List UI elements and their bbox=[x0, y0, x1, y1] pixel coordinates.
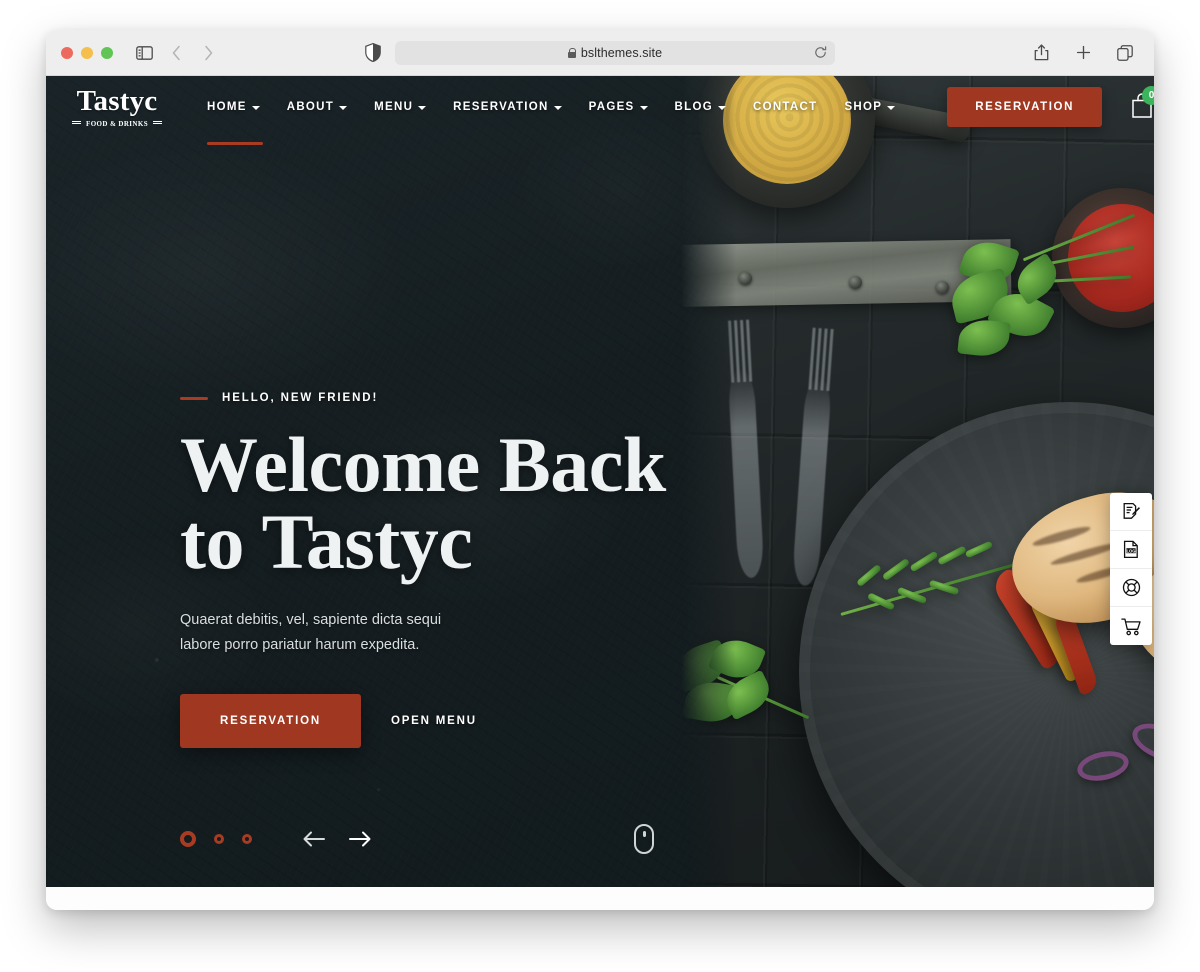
nav-item-shop[interactable]: SHOP bbox=[844, 95, 896, 119]
hero-carousel-controls bbox=[180, 829, 372, 849]
window-traffic-lights bbox=[61, 46, 113, 59]
hero-eyebrow: HELLO, NEW FRIEND! bbox=[180, 392, 666, 404]
hero-actions: RESERVATION OPEN MENU bbox=[180, 694, 666, 749]
carousel-prev-icon[interactable] bbox=[302, 829, 326, 849]
nav-item-contact[interactable]: CONTACT bbox=[753, 95, 817, 119]
back-icon[interactable] bbox=[161, 38, 191, 68]
scroll-wheel bbox=[642, 831, 646, 837]
chevron-down-icon bbox=[553, 106, 562, 110]
navbar-reservation-button[interactable]: RESERVATION bbox=[947, 87, 1102, 127]
browser-window: bslthemes.site Tastyc FOOD & DRINKS HOME… bbox=[46, 30, 1154, 910]
page-viewport: Tastyc FOOD & DRINKS HOME ABOUT MENU RES… bbox=[46, 76, 1154, 910]
main-menu: HOME ABOUT MENU RESERVATION PAGES BLOG C… bbox=[207, 95, 896, 145]
chevron-down-icon bbox=[717, 106, 726, 110]
logo-tagline-row: FOOD & DRINKS bbox=[72, 119, 163, 128]
cart-button[interactable]: 0 bbox=[1130, 86, 1154, 121]
nav-label: PAGES bbox=[588, 101, 635, 113]
logo-rule-left bbox=[72, 121, 82, 126]
new-tab-icon[interactable] bbox=[1068, 38, 1098, 68]
eyebrow-dash bbox=[180, 396, 208, 400]
carousel-dot-2[interactable] bbox=[214, 834, 224, 844]
hero-subtitle: Quaerat debitis, vel, sapiente dicta seq… bbox=[180, 612, 442, 654]
nav-label: HOME bbox=[207, 101, 247, 113]
site-navbar: Tastyc FOOD & DRINKS HOME ABOUT MENU RES… bbox=[46, 76, 1154, 145]
svg-text:LOG: LOG bbox=[1126, 548, 1135, 553]
page-below-fold bbox=[46, 887, 1154, 910]
nav-label: ABOUT bbox=[286, 101, 335, 113]
document-edit-icon bbox=[1123, 502, 1140, 519]
toolbar-left-group bbox=[129, 38, 223, 68]
cart-count-badge: 0 bbox=[1142, 86, 1154, 105]
lock-icon bbox=[567, 47, 577, 58]
minimize-window-button[interactable] bbox=[81, 46, 93, 59]
logo-rule-right bbox=[153, 121, 163, 126]
site-logo[interactable]: Tastyc FOOD & DRINKS bbox=[72, 84, 163, 128]
carousel-dot-1[interactable] bbox=[180, 831, 196, 847]
url-field[interactable]: bslthemes.site bbox=[395, 40, 835, 65]
url-text: bslthemes.site bbox=[580, 45, 663, 60]
chevron-down-icon bbox=[418, 106, 427, 110]
log-file-icon: LOG bbox=[1123, 540, 1138, 559]
toolbar-right-group bbox=[1026, 38, 1140, 68]
tab-overview-icon[interactable] bbox=[1110, 38, 1140, 68]
nav-item-pages[interactable]: PAGES bbox=[589, 95, 648, 119]
screw-icon bbox=[936, 281, 949, 294]
nav-item-menu[interactable]: MENU bbox=[374, 95, 427, 119]
url-content: bslthemes.site bbox=[567, 45, 663, 60]
hero-open-menu-button[interactable]: OPEN MENU bbox=[391, 715, 477, 727]
logo-tagline: FOOD & DRINKS bbox=[86, 119, 148, 128]
dock-item-changelog[interactable]: LOG bbox=[1110, 531, 1152, 569]
hero-section: Tastyc FOOD & DRINKS HOME ABOUT MENU RES… bbox=[46, 76, 1154, 887]
carousel-dots bbox=[180, 831, 252, 847]
parsley-herb bbox=[681, 632, 819, 766]
eyebrow-text: HELLO, NEW FRIEND! bbox=[222, 392, 379, 404]
nav-item-home[interactable]: HOME bbox=[207, 95, 263, 145]
nav-item-about[interactable]: ABOUT bbox=[286, 95, 348, 119]
nav-label: CONTACT bbox=[752, 101, 818, 113]
hero-title: Welcome Back to Tastyc bbox=[180, 426, 666, 581]
screw-icon bbox=[849, 276, 862, 289]
nav-item-reservation[interactable]: RESERVATION bbox=[453, 95, 562, 119]
hero-title-line-2: to Tastyc bbox=[180, 498, 473, 586]
nav-label: MENU bbox=[374, 101, 414, 113]
hero-title-line-1: Welcome Back bbox=[180, 421, 666, 508]
chevron-down-icon bbox=[887, 106, 896, 110]
browser-toolbar: bslthemes.site bbox=[46, 30, 1154, 76]
hero-food-photo bbox=[681, 76, 1154, 887]
floating-tool-dock: LOG bbox=[1110, 493, 1152, 645]
hero-content: HELLO, NEW FRIEND! Welcome Back to Tasty… bbox=[180, 392, 666, 749]
reload-icon[interactable] bbox=[814, 46, 827, 59]
screw-icon bbox=[739, 272, 752, 285]
close-window-button[interactable] bbox=[61, 46, 73, 59]
carousel-next-icon[interactable] bbox=[348, 829, 372, 849]
nav-label: RESERVATION bbox=[453, 101, 549, 113]
dock-item-cart[interactable] bbox=[1110, 607, 1152, 645]
dock-item-notes[interactable] bbox=[1110, 493, 1152, 531]
zoom-window-button[interactable] bbox=[101, 46, 113, 59]
lifebuoy-support-icon bbox=[1122, 578, 1140, 597]
shopping-cart-icon bbox=[1120, 617, 1141, 635]
sidebar-icon[interactable] bbox=[129, 38, 159, 68]
chevron-down-icon bbox=[639, 106, 648, 110]
chevron-down-icon bbox=[339, 106, 348, 110]
parsley-herb bbox=[946, 213, 1139, 376]
forward-icon[interactable] bbox=[193, 38, 223, 68]
nav-label: BLOG bbox=[674, 101, 713, 113]
chevron-down-icon bbox=[251, 106, 260, 110]
carousel-arrows bbox=[302, 829, 372, 849]
scroll-mouse-icon[interactable] bbox=[634, 824, 654, 854]
nav-label: SHOP bbox=[844, 101, 883, 113]
logo-wordmark: Tastyc bbox=[76, 84, 158, 117]
hero-reservation-button[interactable]: RESERVATION bbox=[180, 694, 361, 749]
shield-privacy-icon[interactable] bbox=[365, 42, 381, 63]
share-icon[interactable] bbox=[1026, 38, 1056, 68]
nav-item-blog[interactable]: BLOG bbox=[675, 95, 726, 119]
carousel-dot-3[interactable] bbox=[242, 834, 252, 844]
dock-item-support[interactable] bbox=[1110, 569, 1152, 607]
